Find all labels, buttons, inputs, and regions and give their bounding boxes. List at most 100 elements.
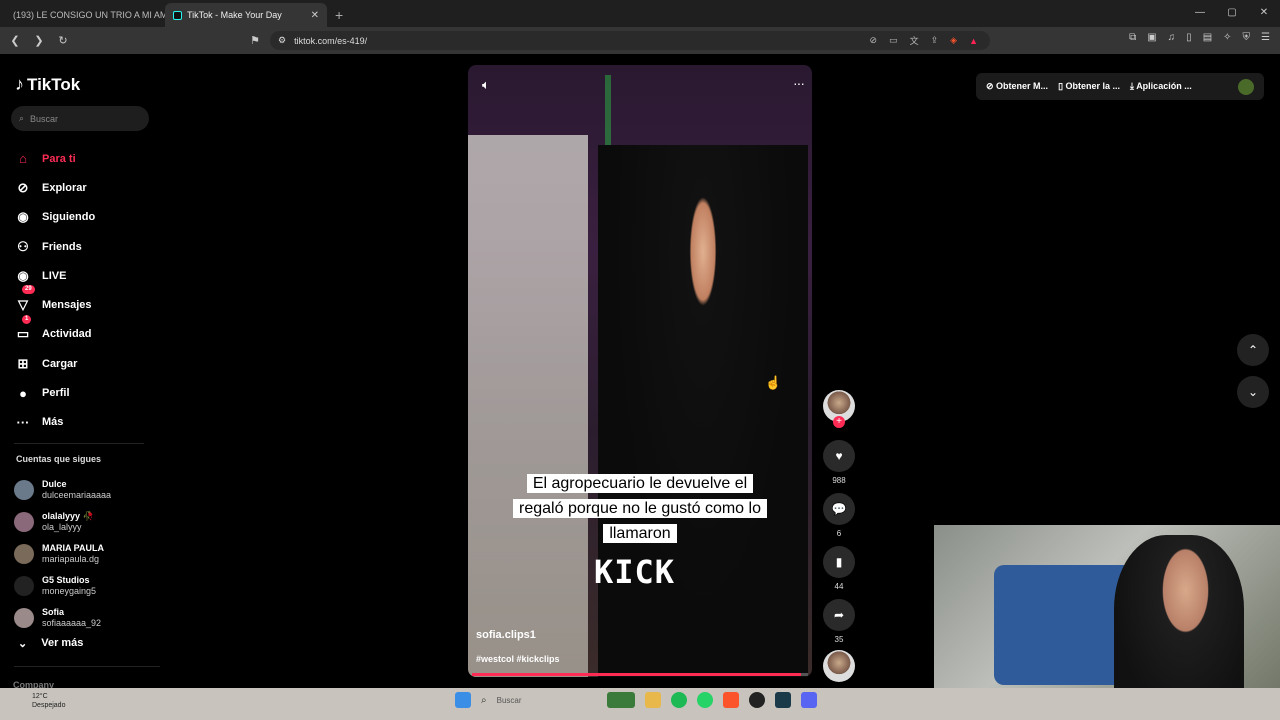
caption-line: llamaron — [603, 524, 677, 543]
url-field[interactable]: ⚙ tiktok.com/es-419/ ⊘ ▭ 文 ⇪ ◈ ▲ — [270, 31, 990, 50]
obs-icon[interactable] — [748, 692, 765, 708]
translate-icon[interactable]: 文 — [910, 34, 919, 47]
weather-desc: Despejado — [32, 702, 66, 709]
logo-text: TikTok — [27, 74, 81, 94]
video-progress-bar[interactable] — [472, 673, 808, 676]
video-caption: El agropecuario le devuelve el regaló po… — [492, 471, 788, 546]
address-bar-row: ❮ ❯ ↻ ⚑ ⚙ tiktok.com/es-419/ ⊘ ▭ 文 ⇪ ◈ ▲… — [0, 27, 1280, 54]
more-options-icon[interactable]: ··· — [793, 75, 805, 91]
nav-item-m-s[interactable]: ··· Más — [14, 408, 95, 437]
whatsapp-icon[interactable] — [696, 692, 713, 708]
back-icon[interactable]: ❮ — [8, 34, 22, 47]
following-name: Dulce — [42, 479, 67, 489]
menu-icon[interactable]: ☰ — [1261, 32, 1270, 43]
tiktok-logo[interactable]: ♪ TikTok — [15, 74, 80, 95]
following-name: MARIA PAULA — [42, 543, 104, 553]
windows-start-icon[interactable] — [455, 692, 471, 708]
follow-plus-icon[interactable]: + — [833, 416, 845, 428]
close-window-button[interactable]: ✕ — [1248, 0, 1280, 26]
browser-tab-tiktok[interactable]: TikTok - Make Your Day ✕ — [165, 3, 327, 27]
terminal-icon[interactable] — [774, 692, 791, 708]
cast-icon[interactable]: ⊘ — [870, 35, 878, 46]
following-username: moneygaing5 — [42, 586, 97, 596]
following-username: ola_lalyyy — [42, 522, 82, 532]
next-video-button[interactable]: ⌄ — [1237, 376, 1269, 408]
share-icon[interactable]: ➦ — [823, 599, 855, 631]
video-player[interactable]: 🔈︎ ··· El agropecuario le devuelve el re… — [468, 65, 812, 677]
forward-icon[interactable]: ❯ — [32, 34, 46, 47]
brave-icon[interactable] — [722, 692, 739, 708]
tab-search-icon[interactable]: ▣ — [1147, 32, 1156, 43]
screen-icon[interactable]: ▭ — [889, 35, 898, 46]
minimize-button[interactable]: — — [1184, 0, 1216, 26]
close-tab-icon[interactable]: ✕ — [311, 10, 319, 21]
discord-icon[interactable] — [800, 692, 817, 708]
weather-temp: 12°C — [32, 693, 48, 700]
comment-count: 6 — [836, 529, 842, 538]
music-icon[interactable]: ♫ — [1168, 32, 1176, 43]
nav-item-friends[interactable]: ⚇ Friends — [14, 232, 95, 261]
sidebar-icon[interactable]: ▯ — [1186, 32, 1192, 43]
following-name: olalalyyy 🥀 — [42, 511, 94, 521]
bookmark-icon[interactable]: ⚑ — [248, 34, 262, 47]
see-more-button[interactable]: ⌄ Ver más — [18, 637, 83, 650]
following-item[interactable]: Sofia sofiaaaaaa_92 — [14, 602, 111, 634]
spotify-icon[interactable] — [670, 692, 687, 708]
browser-toolbar-icons: ⧉ ▣ ♫ ▯ ▤ ✧ ⛨ ☰ — [1129, 32, 1270, 43]
video-author[interactable]: sofia.clips1 — [476, 629, 536, 641]
taskbar-search[interactable]: Buscar — [497, 696, 597, 705]
get-coins-button[interactable]: ⊘ Obtener M... — [986, 81, 1048, 92]
nav-item-actividad[interactable]: ▭ 1 Actividad — [14, 314, 95, 349]
following-text: Sofia sofiaaaaaa_92 — [42, 607, 101, 629]
tiktok-favicon-icon — [173, 10, 182, 20]
nav-item-perfil[interactable]: ● Perfil — [14, 378, 95, 407]
friends-icon: ⚇ — [17, 238, 29, 254]
caption-line: regaló porque no le gustó como lo — [513, 499, 767, 518]
new-tab-button[interactable]: + — [327, 7, 351, 27]
nav-item-siguiendo[interactable]: ◉ Siguiendo — [14, 203, 95, 232]
nav-item-explorar[interactable]: ⊘ Explorar — [14, 173, 95, 202]
sound-avatar[interactable] — [823, 650, 855, 682]
video-person-left — [468, 135, 588, 677]
video-hashtags[interactable]: #westcol #kickclips — [476, 654, 560, 664]
extensions-icon[interactable]: ⧉ — [1129, 32, 1136, 43]
like-icon[interactable]: ♥ — [823, 440, 855, 472]
brave-shield-icon[interactable]: ◈ — [950, 35, 957, 46]
desktop-app-button[interactable]: ⤓ Aplicación ... — [1130, 81, 1192, 92]
widgets-icon[interactable] — [606, 692, 635, 708]
nav-item-label: Actividad — [42, 328, 92, 341]
vpn-icon[interactable]: ⛨ — [1243, 32, 1251, 43]
nav-item-label: Para ti — [42, 152, 76, 165]
file-explorer-icon[interactable] — [644, 692, 661, 708]
maximize-button[interactable]: ▢ — [1216, 0, 1248, 26]
previous-video-button[interactable]: ⌃ — [1237, 334, 1269, 366]
video-progress-fill — [472, 673, 802, 676]
notification-badge: 1 — [22, 314, 32, 324]
share-icon[interactable]: ⇪ — [931, 35, 939, 46]
nav-item-cargar[interactable]: ⊞ Cargar — [14, 349, 95, 378]
search-input[interactable]: ⌕ Buscar — [11, 106, 149, 131]
like-action: ♥ 988 — [823, 440, 855, 485]
following-item[interactable]: G5 Studios moneygaing5 — [14, 570, 111, 602]
creator-avatar[interactable]: + — [823, 390, 855, 428]
following-item[interactable]: Dulce dulceemariaaaaa — [14, 474, 111, 506]
weather-widget[interactable]: 12°C Despejado — [14, 692, 65, 710]
save-icon[interactable]: ▮ — [823, 546, 855, 578]
get-app-button[interactable]: ▯ Obtener la ... — [1058, 81, 1120, 92]
reload-icon[interactable]: ↻ — [56, 34, 70, 47]
nav-item-para-ti[interactable]: ⌂ Para ti — [14, 144, 95, 173]
profile-avatar[interactable] — [1238, 78, 1254, 95]
following-item[interactable]: MARIA PAULA mariapaula.dg — [14, 538, 111, 570]
tab-title: TikTok - Make Your Day — [187, 10, 282, 20]
get-coins-label: Obtener M... — [996, 81, 1049, 91]
divider — [14, 666, 160, 667]
volume-icon[interactable]: 🔈︎ — [482, 77, 490, 93]
wallet-icon[interactable]: ▤ — [1203, 32, 1212, 43]
following-item[interactable]: olalalyyy 🥀 ola_lalyyy — [14, 506, 111, 538]
browser-tab-youtube[interactable]: (193) LE CONSIGO UN TRIO A MI AM — [0, 3, 165, 27]
brave-rewards-icon[interactable]: ▲ — [969, 36, 978, 46]
site-info-icon[interactable]: ⚙ — [278, 35, 286, 46]
leo-icon[interactable]: ✧ — [1223, 32, 1231, 43]
comment-icon[interactable]: 💬 — [823, 493, 855, 525]
upload-icon: ⊞ — [17, 355, 29, 371]
